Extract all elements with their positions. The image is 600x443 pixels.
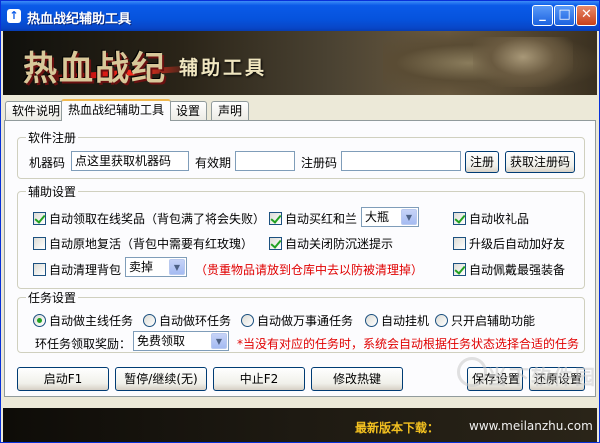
maximize-button[interactable]: □ — [554, 5, 575, 26]
cleanup-warning: （贵重物品请放到仓库中去以防被清理掉） — [195, 263, 424, 277]
radio-unchecked-icon[interactable] — [143, 314, 156, 327]
download-link[interactable]: www.meilanzhu.com — [469, 419, 593, 433]
tab-bar: 软件说明 热血战纪辅助工具 设置 声明 — [3, 99, 597, 121]
footer-bar: 最新版本下载： www.meilanzhu.com — [3, 408, 597, 442]
download-label: 最新版本下载： — [355, 421, 440, 435]
watermark-text: 当下软件园 — [487, 365, 597, 389]
banner-subtitle: 辅助工具 — [179, 57, 268, 79]
option-label: 自动清理背包 — [49, 263, 122, 277]
option-label: 自动收礼品 — [469, 212, 530, 226]
watermark-logo-icon — [457, 357, 487, 387]
checkbox-checked-icon[interactable] — [453, 263, 466, 276]
get-reg-code-button[interactable]: 获取注册码 — [505, 151, 575, 173]
auto-add-friends-option[interactable]: 升级后自动加好友 — [453, 235, 565, 252]
minimize-button[interactable]: _ — [532, 5, 553, 26]
checkbox-checked-icon[interactable] — [269, 237, 282, 250]
tab-software-info[interactable]: 软件说明 — [5, 101, 68, 120]
reg-code-field[interactable] — [341, 151, 461, 171]
expiry-field[interactable] — [235, 151, 295, 171]
stop-button[interactable]: 中止F2 — [213, 367, 305, 391]
ring-reward-value: 免费领取 — [137, 334, 186, 348]
checkbox-unchecked-icon[interactable] — [33, 237, 46, 250]
tab-settings[interactable]: 设置 — [169, 101, 208, 120]
checkbox-checked-icon[interactable] — [269, 212, 282, 225]
quest-mode-trivia[interactable]: 自动做万事通任务 — [241, 312, 353, 329]
option-label: 自动做万事通任务 — [257, 314, 354, 328]
start-button[interactable]: 启动F1 — [17, 367, 109, 391]
option-label: 自动原地复活（背包中需要有红玫瑰） — [49, 237, 254, 251]
checkbox-unchecked-icon[interactable] — [453, 237, 466, 250]
option-label: 自动买红和兰 — [285, 212, 358, 226]
radio-unchecked-icon[interactable] — [365, 314, 378, 327]
machine-code-field[interactable]: 点这里获取机器码 — [71, 151, 189, 171]
checkbox-unchecked-icon[interactable] — [33, 263, 46, 276]
auto-claim-online-reward-option[interactable]: 自动领取在线奖品（背包满了将会失败） — [33, 210, 265, 227]
app-window: ↑ 热血战纪辅助工具 _ □ ✕ 热血战纪 辅助工具 软件说明 热血战纪辅助工具… — [0, 0, 600, 443]
ring-reward-label: 环任务领取奖励： — [35, 337, 132, 351]
chevron-down-icon[interactable]: ▼ — [169, 259, 185, 275]
chevron-down-icon[interactable]: ▼ — [401, 209, 417, 225]
title-bar[interactable]: ↑ 热血战纪辅助工具 _ □ ✕ — [1, 1, 599, 31]
auto-revive-option[interactable]: 自动原地复活（背包中需要有红玫瑰） — [33, 235, 253, 252]
auto-collect-gifts-option[interactable]: 自动收礼品 — [453, 210, 529, 227]
app-icon: ↑ — [7, 9, 21, 23]
expiry-label: 有效期 — [195, 156, 232, 170]
potion-size-select[interactable]: 大瓶 ▼ — [361, 207, 419, 227]
auto-equip-best-gear-option[interactable]: 自动佩戴最强装备 — [453, 261, 565, 278]
tab-panel: 软件注册 机器码 点这里获取机器码 有效期 注册码 注册 获取注册码 辅助设置 … — [4, 120, 596, 397]
reg-code-label: 注册码 — [301, 156, 338, 170]
checkbox-checked-icon[interactable] — [453, 212, 466, 225]
chevron-down-icon[interactable]: ▼ — [211, 333, 227, 349]
option-label: 自动佩戴最强装备 — [469, 263, 566, 277]
tab-assist-tool[interactable]: 热血战纪辅助工具 — [61, 99, 172, 121]
dragon-art-head — [473, 37, 573, 87]
option-label: 自动领取在线奖品（背包满了将会失败） — [49, 212, 266, 226]
ring-reward-select[interactable]: 免费领取 ▼ — [133, 331, 229, 351]
quest-mode-assist-only[interactable]: 只开启辅助功能 — [435, 312, 535, 329]
cleanup-action-select[interactable]: 卖掉 ▼ — [125, 257, 187, 277]
option-label: 自动做环任务 — [159, 314, 232, 328]
auto-close-anti-addiction-option[interactable]: 自动关闭防沉迷提示 — [269, 235, 393, 252]
tab-statement[interactable]: 声明 — [211, 101, 250, 120]
machine-code-label: 机器码 — [29, 156, 66, 170]
option-label: 自动挂机 — [381, 314, 430, 328]
window-title: 热血战纪辅助工具 — [27, 12, 132, 27]
potion-size-value: 大瓶 — [365, 210, 390, 224]
cleanup-action-value: 卖掉 — [129, 260, 154, 274]
option-label: 自动关闭防沉迷提示 — [285, 237, 394, 251]
option-label: 升级后自动加好友 — [469, 237, 566, 251]
close-button[interactable]: ✕ — [576, 5, 597, 26]
radio-unchecked-icon[interactable] — [435, 314, 448, 327]
checkbox-checked-icon[interactable] — [33, 212, 46, 225]
header-banner: 热血战纪 辅助工具 — [3, 31, 597, 95]
auto-clean-bag-option[interactable]: 自动清理背包 — [33, 261, 121, 278]
option-label: 只开启辅助功能 — [451, 314, 536, 328]
modify-hotkey-button[interactable]: 修改热键 — [311, 367, 403, 391]
pause-resume-button[interactable]: 暂停/继续(无) — [115, 367, 207, 391]
game-logo: 热血战纪 — [23, 49, 167, 89]
auto-buy-potions-option[interactable]: 自动买红和兰 — [269, 210, 357, 227]
option-label: 自动做主线任务 — [49, 314, 134, 328]
quest-settings-group-title: 任务设置 — [28, 291, 77, 305]
assist-settings-group-title: 辅助设置 — [28, 185, 77, 199]
registration-group-title: 软件注册 — [28, 131, 77, 145]
quest-mode-main[interactable]: 自动做主线任务 — [33, 312, 133, 329]
radio-checked-icon[interactable] — [33, 314, 46, 327]
register-button[interactable]: 注册 — [465, 151, 499, 173]
quest-mode-idle[interactable]: 自动挂机 — [365, 312, 429, 329]
quest-note: *当没有对应的任务时，系统会自动根据任务状态选择合适的任务 — [237, 337, 580, 351]
radio-unchecked-icon[interactable] — [241, 314, 254, 327]
quest-mode-ring[interactable]: 自动做环任务 — [143, 312, 231, 329]
